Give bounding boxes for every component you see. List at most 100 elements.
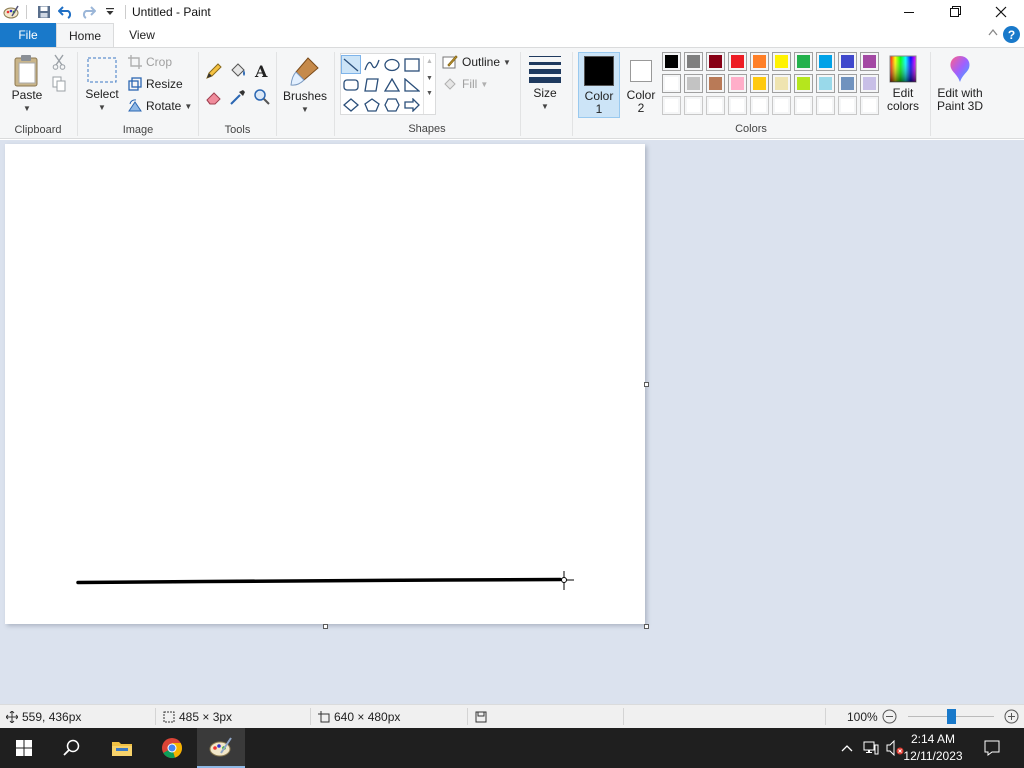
palette-swatch[interactable] <box>706 96 725 115</box>
palette-swatch[interactable] <box>684 96 703 115</box>
canvas-resize-handle-corner[interactable] <box>644 624 649 629</box>
magnifier-icon[interactable] <box>253 88 271 109</box>
crop-button[interactable]: Crop <box>128 52 172 72</box>
palette-swatch[interactable] <box>794 74 813 93</box>
shape-line-icon[interactable] <box>341 55 361 74</box>
shape-triangle-icon[interactable] <box>382 75 402 94</box>
show-hidden-icons-icon[interactable] <box>838 728 856 768</box>
color1-button[interactable]: Color 1 <box>578 52 620 118</box>
shape-pentagon-icon[interactable] <box>362 95 382 114</box>
notifications-icon[interactable] <box>978 728 1006 768</box>
resize-button[interactable]: Resize <box>128 74 183 94</box>
size-button[interactable]: Size ▼ <box>526 54 564 113</box>
palette-swatch[interactable] <box>684 74 703 93</box>
help-icon[interactable]: ? <box>1003 26 1020 43</box>
palette-swatch[interactable] <box>772 74 791 93</box>
scroll-up-icon[interactable]: ▲ <box>424 58 435 65</box>
taskbar-clock[interactable]: 2:14 AM 12/11/2023 <box>898 731 968 765</box>
search-button[interactable] <box>48 728 96 768</box>
palette-swatch[interactable] <box>860 74 879 93</box>
shape-hexagon-icon[interactable] <box>382 95 402 114</box>
paint-taskbar-button[interactable] <box>197 728 245 768</box>
chrome-button[interactable] <box>148 728 196 768</box>
copy-icon[interactable] <box>52 76 66 95</box>
palette-swatch[interactable] <box>772 52 791 71</box>
drawing-canvas[interactable] <box>5 144 645 624</box>
palette-swatch[interactable] <box>728 74 747 93</box>
palette-swatch[interactable] <box>794 52 813 71</box>
palette-swatch[interactable] <box>662 96 681 115</box>
scroll-down-icon[interactable]: ▼ <box>424 75 435 82</box>
palette-swatch[interactable] <box>706 52 725 71</box>
palette-swatch[interactable] <box>772 96 791 115</box>
start-button[interactable] <box>0 728 48 768</box>
tab-file[interactable]: File <box>0 23 56 47</box>
restore-button[interactable] <box>932 0 978 23</box>
redo-icon[interactable] <box>77 1 99 23</box>
palette-swatch-color <box>797 77 810 90</box>
customize-qat-icon[interactable] <box>99 1 121 23</box>
brushes-button[interactable]: Brushes ▼ <box>282 54 328 116</box>
shape-oval-icon[interactable] <box>382 55 402 74</box>
palette-swatch[interactable] <box>816 52 835 71</box>
palette-swatch[interactable] <box>728 52 747 71</box>
shape-right-triangle-icon[interactable] <box>402 75 422 94</box>
palette-swatch[interactable] <box>750 52 769 71</box>
cut-icon[interactable] <box>52 54 66 73</box>
paste-button[interactable]: Paste ▼ <box>8 54 46 115</box>
close-button[interactable] <box>978 0 1024 23</box>
shapes-expand-icon[interactable]: ▼ <box>424 90 435 97</box>
select-button[interactable]: Select ▼ <box>82 56 122 114</box>
outline-button[interactable]: Outline ▼ <box>442 52 511 72</box>
zoom-slider[interactable] <box>908 705 994 728</box>
eraser-icon[interactable] <box>205 88 223 109</box>
palette-swatch[interactable] <box>662 52 681 71</box>
palette-swatch[interactable] <box>662 74 681 93</box>
palette-swatch[interactable] <box>750 96 769 115</box>
edit-with-paint3d-button[interactable]: Edit with Paint 3D <box>934 54 986 113</box>
file-explorer-button[interactable] <box>98 728 146 768</box>
undo-icon[interactable] <box>55 1 77 23</box>
shape-rounded-rectangle-icon[interactable] <box>341 75 361 94</box>
palette-swatch[interactable] <box>816 74 835 93</box>
shapes-scrollbar[interactable]: ▲ ▼ ▼ <box>423 56 435 114</box>
rotate-button[interactable]: Rotate ▼ <box>128 96 192 116</box>
palette-swatch-color <box>665 99 678 112</box>
canvas-resize-handle-right[interactable] <box>644 382 649 387</box>
fill-bucket-icon[interactable] <box>229 62 247 83</box>
edit-colors-button[interactable]: Edit colors <box>882 54 924 113</box>
save-icon[interactable] <box>33 1 55 23</box>
shape-right-arrow-icon[interactable] <box>402 95 422 114</box>
palette-swatch[interactable] <box>728 96 747 115</box>
palette-swatch[interactable] <box>860 52 879 71</box>
color-picker-icon[interactable] <box>229 88 247 109</box>
minimize-button[interactable] <box>886 0 932 23</box>
tab-view[interactable]: View <box>114 23 170 47</box>
shape-rectangle-icon[interactable] <box>402 55 422 74</box>
status-divider <box>825 708 826 725</box>
network-icon[interactable] <box>860 728 882 768</box>
pencil-icon[interactable] <box>205 62 223 83</box>
paint-app-icon[interactable] <box>0 1 22 23</box>
palette-swatch[interactable] <box>860 96 879 115</box>
zoom-out-button[interactable] <box>882 705 897 728</box>
palette-swatch[interactable] <box>750 74 769 93</box>
palette-swatch[interactable] <box>838 52 857 71</box>
zoom-in-button[interactable] <box>1004 705 1019 728</box>
shape-diamond-icon[interactable] <box>341 95 361 114</box>
shape-polygon-icon[interactable] <box>362 75 382 94</box>
fill-button[interactable]: Fill ▼ <box>442 74 488 94</box>
palette-swatch[interactable] <box>684 52 703 71</box>
palette-swatch[interactable] <box>706 74 725 93</box>
minimize-ribbon-icon[interactable] <box>988 27 998 39</box>
canvas-resize-handle-bottom[interactable] <box>323 624 328 629</box>
palette-swatch[interactable] <box>794 96 813 115</box>
shape-curve-icon[interactable] <box>362 55 382 74</box>
tab-home[interactable]: Home <box>56 23 114 47</box>
palette-swatch[interactable] <box>838 74 857 93</box>
color2-button[interactable]: Color 2 <box>622 52 660 118</box>
palette-swatch[interactable] <box>838 96 857 115</box>
zoom-slider-thumb[interactable] <box>947 709 956 724</box>
palette-swatch[interactable] <box>816 96 835 115</box>
text-tool-icon[interactable]: A <box>253 62 271 83</box>
